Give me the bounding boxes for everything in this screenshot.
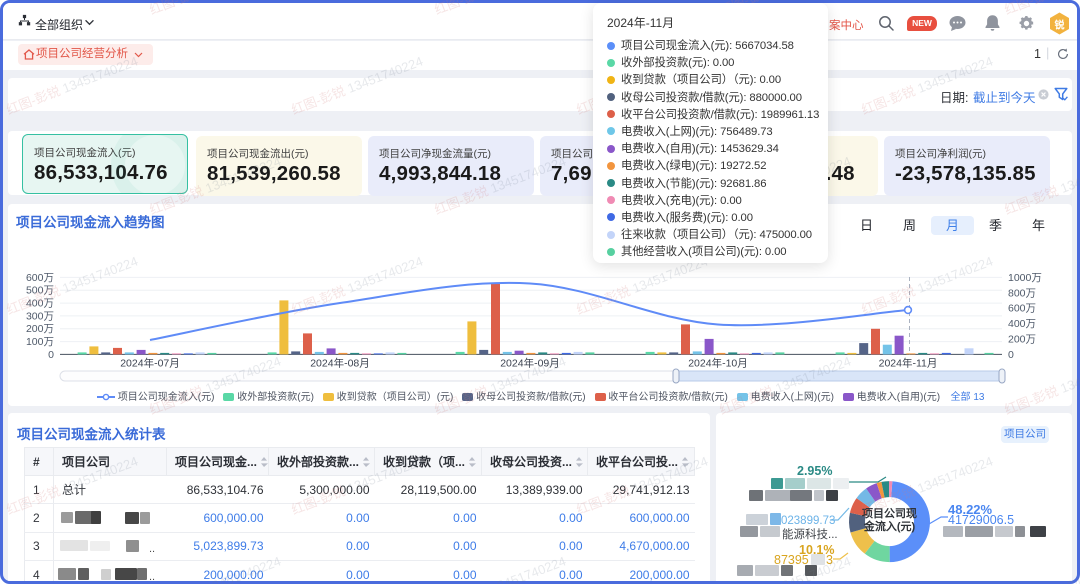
svg-text:200万: 200万 [26, 323, 54, 335]
svg-text:0: 0 [1008, 349, 1014, 361]
svg-text:锐: 锐 [1055, 19, 1065, 32]
svg-text:600万: 600万 [1008, 303, 1036, 315]
svg-text:2024年-10月: 2024年-10月 [688, 357, 748, 370]
svg-text:400万: 400万 [1008, 318, 1036, 330]
svg-text:0: 0 [48, 349, 54, 361]
svg-text:2024年-08月: 2024年-08月 [310, 357, 370, 370]
svg-text:400万: 400万 [26, 298, 54, 310]
svg-text:300万: 300万 [26, 310, 54, 322]
svg-text:200万: 200万 [1008, 334, 1036, 346]
svg-text:600万: 600万 [26, 272, 54, 284]
svg-text:2024年-11月: 2024年-11月 [879, 357, 938, 370]
svg-text:2024年-07月: 2024年-07月 [120, 357, 180, 370]
svg-text:2024年-09月: 2024年-09月 [500, 357, 560, 370]
svg-text:500万: 500万 [26, 285, 54, 297]
svg-text:800万: 800万 [1008, 287, 1036, 299]
svg-text:100万: 100万 [26, 336, 54, 348]
svg-text:1000万: 1000万 [1008, 272, 1042, 284]
